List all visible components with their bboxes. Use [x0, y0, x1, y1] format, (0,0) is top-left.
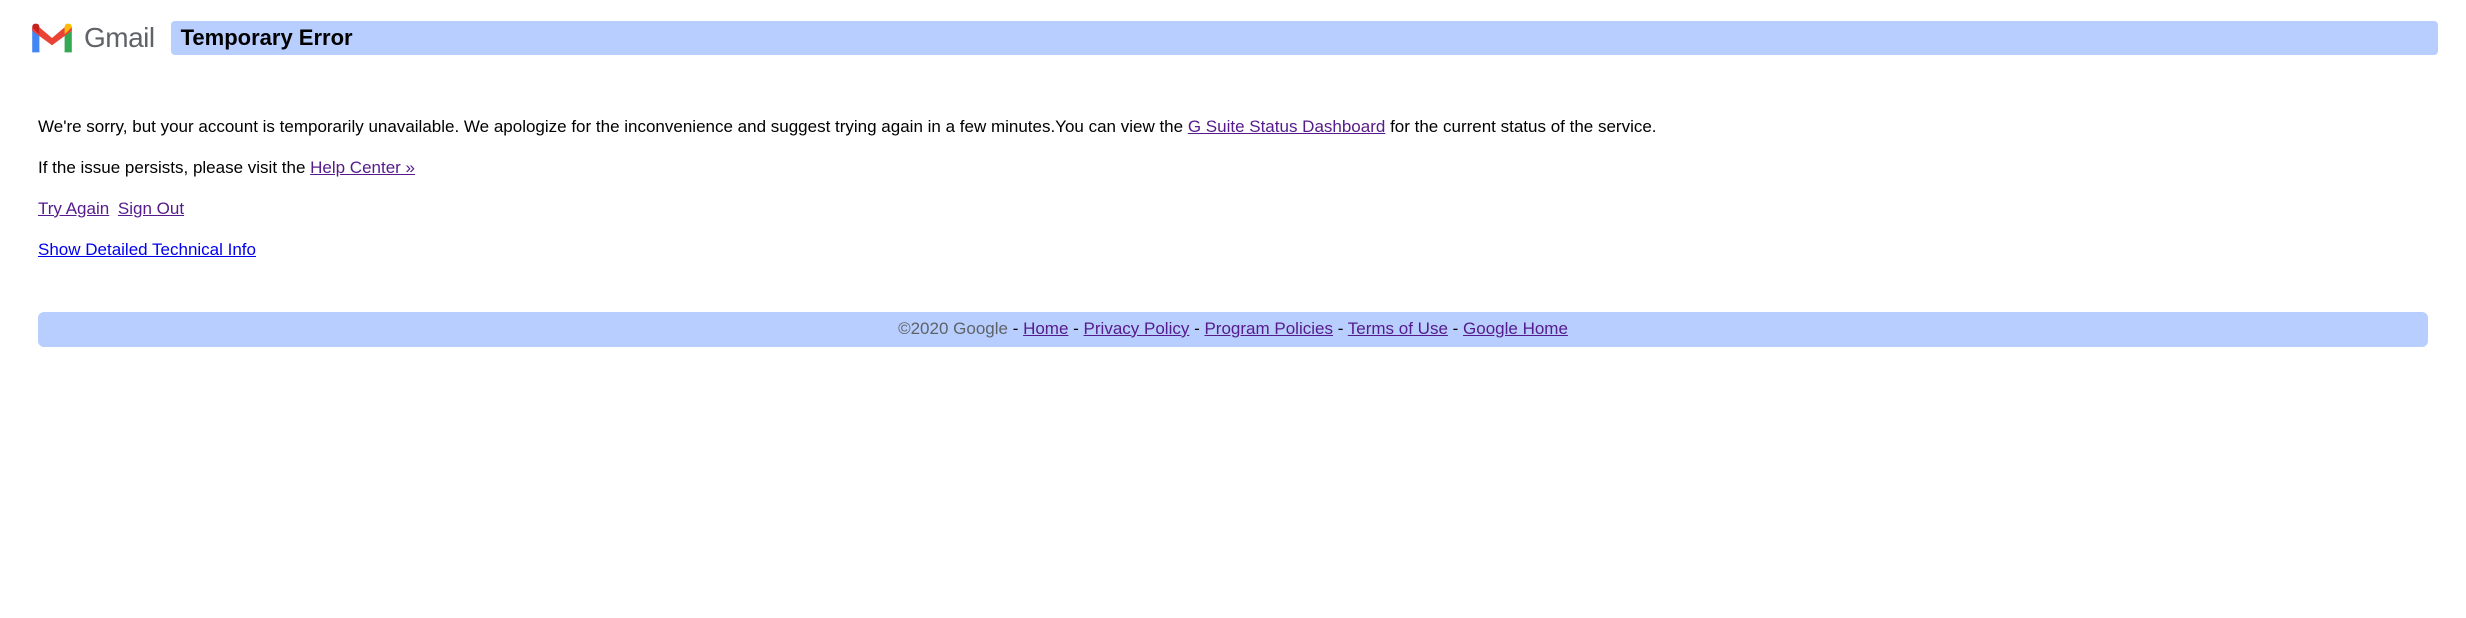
gmail-m-icon [28, 20, 76, 56]
error-title-bar: Temporary Error [171, 21, 2438, 55]
show-detail-link[interactable]: Show Detailed Technical Info [38, 240, 256, 259]
copyright-text: ©2020 Google [898, 319, 1008, 338]
error-body: We're sorry, but your account is tempora… [28, 56, 2438, 347]
persist-paragraph: If the issue persists, please visit the … [38, 157, 2428, 180]
gmail-logo: Gmail [28, 20, 155, 56]
status-dashboard-link[interactable]: G Suite Status Dashboard [1188, 117, 1386, 136]
footer-privacy-link[interactable]: Privacy Policy [1084, 319, 1190, 338]
persist-text: If the issue persists, please visit the [38, 158, 310, 177]
try-again-link[interactable]: Try Again [38, 199, 109, 218]
help-center-link[interactable]: Help Center » [310, 158, 415, 177]
action-links: Try Again Sign Out [38, 198, 2428, 221]
footer-sep-4: - [1448, 319, 1463, 338]
apology-paragraph: We're sorry, but your account is tempora… [38, 116, 2428, 139]
footer-program-link[interactable]: Program Policies [1204, 319, 1333, 338]
footer-sep-1: - [1068, 319, 1083, 338]
footer-google-home-link[interactable]: Google Home [1463, 319, 1568, 338]
footer-sep-3: - [1333, 319, 1348, 338]
footer-sep-0: - [1008, 319, 1023, 338]
apology-text-2: for the current status of the service. [1385, 117, 1656, 136]
page-container: Gmail Temporary Error We're sorry, but y… [0, 0, 2466, 367]
gmail-logo-text: Gmail [84, 22, 155, 54]
footer-bar: ©2020 Google - Home - Privacy Policy - P… [38, 312, 2428, 347]
error-title: Temporary Error [181, 25, 2428, 51]
header-row: Gmail Temporary Error [28, 20, 2438, 56]
footer-terms-link[interactable]: Terms of Use [1348, 319, 1448, 338]
detail-paragraph: Show Detailed Technical Info [38, 239, 2428, 262]
footer-sep-2: - [1189, 319, 1204, 338]
apology-text-1: We're sorry, but your account is tempora… [38, 117, 1188, 136]
footer-home-link[interactable]: Home [1023, 319, 1068, 338]
sign-out-link[interactable]: Sign Out [118, 199, 184, 218]
